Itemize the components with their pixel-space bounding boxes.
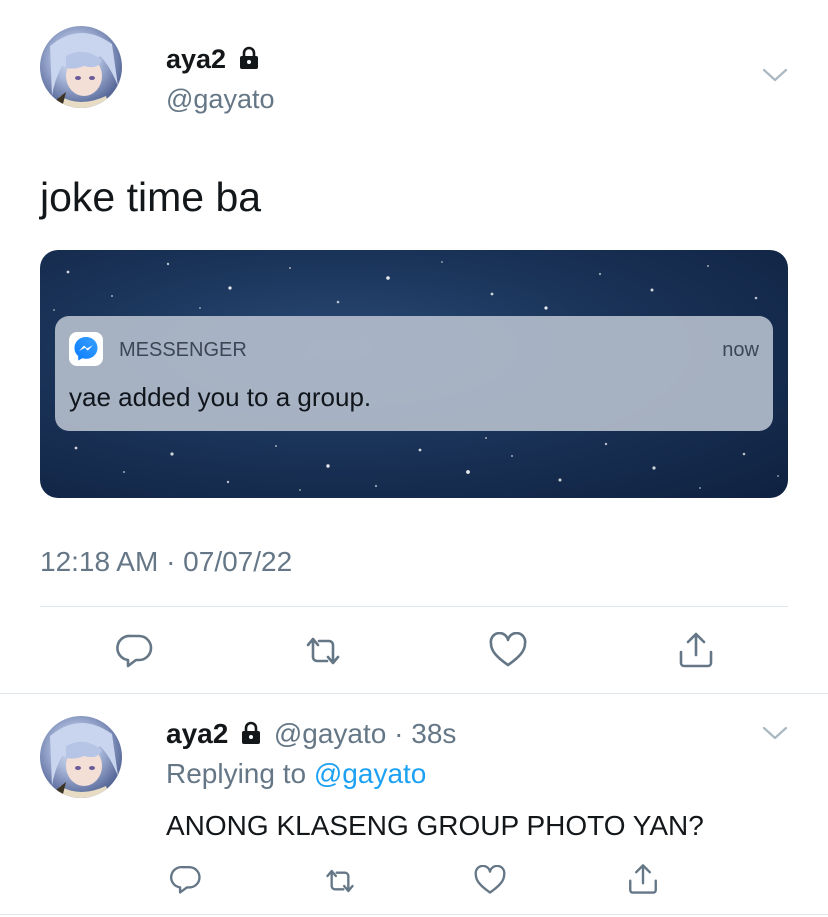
reply-reply-button[interactable] <box>170 863 202 895</box>
reply-handle[interactable]: @gayato <box>274 718 387 749</box>
like-button[interactable] <box>488 632 528 668</box>
share-icon <box>629 864 657 894</box>
divider <box>0 693 828 694</box>
reply-text: ANONG KLASENG GROUP PHOTO YAN? <box>166 810 704 841</box>
replying-to: Replying to @gayato <box>166 757 426 791</box>
reply-icon <box>170 866 201 894</box>
retweet-icon <box>306 637 340 665</box>
share-icon <box>679 632 713 668</box>
lock-icon <box>238 44 260 78</box>
reply-button[interactable] <box>116 631 154 669</box>
chevron-down-icon[interactable] <box>762 66 788 89</box>
tweet-text: joke time ba <box>40 174 262 220</box>
replying-to-prefix: Replying to <box>166 758 307 789</box>
divider <box>40 606 788 607</box>
notification-message: yae added you to a group. <box>69 382 372 412</box>
reply-separator: · <box>394 718 404 749</box>
notification-banner[interactable]: MESSENGER now yae added you to a group. <box>55 316 773 431</box>
reply-icon <box>116 634 153 668</box>
divider <box>0 914 828 915</box>
reply-age[interactable]: 38s <box>411 718 456 749</box>
reply-like-button[interactable] <box>473 865 507 895</box>
notification-app-name: MESSENGER <box>119 339 247 361</box>
reply-display-name[interactable]: aya2 <box>166 718 228 749</box>
retweet-button[interactable] <box>302 633 344 669</box>
notification-time: now <box>722 339 759 361</box>
handle[interactable]: @gayato <box>166 82 274 116</box>
like-icon <box>489 632 527 667</box>
reply-avatar[interactable] <box>40 716 122 798</box>
reply-retweet-button[interactable] <box>322 866 358 896</box>
share-button[interactable] <box>676 630 716 670</box>
reply-header: aya2 @gayato · 38s <box>166 717 456 753</box>
avatar[interactable] <box>40 26 122 108</box>
reply-share-button[interactable] <box>626 862 660 896</box>
tweet-timestamp[interactable]: 12:18 AM · 07/07/22 <box>40 545 292 579</box>
messenger-icon <box>69 332 103 366</box>
retweet-icon <box>326 869 354 893</box>
display-name[interactable]: aya2 <box>166 44 226 74</box>
lock-icon <box>240 719 262 753</box>
replying-to-link[interactable]: @gayato <box>314 758 427 789</box>
chevron-down-icon[interactable] <box>762 724 788 747</box>
media-image[interactable]: MESSENGER now yae added you to a group. <box>40 250 788 498</box>
like-icon <box>474 865 506 894</box>
